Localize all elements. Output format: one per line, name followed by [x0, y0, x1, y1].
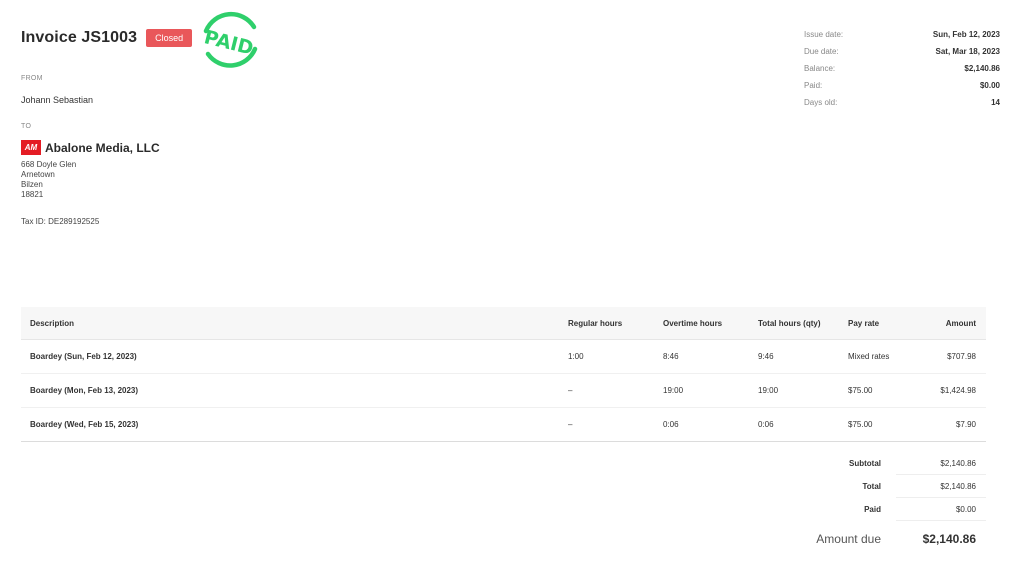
meta-key: Issue date: — [804, 30, 844, 39]
cell-regular-hours: 1:00 — [568, 352, 584, 361]
meta-value: Sun, Feb 12, 2023 — [932, 30, 1000, 39]
cell-pay-rate: Mixed rates — [848, 352, 890, 361]
cell-total-hours: 0:06 — [758, 420, 774, 429]
table-row: Boardey (Wed, Feb 15, 2023) – 0:06 0:06 … — [21, 408, 986, 442]
meta-row-days-old: Days old: 14 — [804, 96, 1000, 113]
cell-total-hours: 19:00 — [758, 386, 779, 395]
meta-key: Paid: — [804, 81, 823, 90]
total-value: $2,140.86 — [896, 475, 986, 498]
cell-total-hours: 9:46 — [758, 352, 774, 361]
cell-regular-hours: – — [568, 386, 573, 395]
meta-value: 14 — [991, 98, 1000, 107]
paid-label: Paid — [864, 505, 881, 514]
meta-row-balance: Balance: $2,140.86 — [804, 62, 1000, 79]
address-line: 668 Doyle Glen — [21, 160, 77, 169]
cell-pay-rate: $75.00 — [848, 420, 873, 429]
table-header: Description Regular hours Overtime hours… — [21, 307, 986, 340]
cell-amount: $707.98 — [947, 352, 976, 361]
paid-stamp-icon: PAID — [202, 11, 258, 68]
invoice-header: Invoice JS1003 Closed — [21, 29, 193, 47]
meta-row-issue-date: Issue date: Sun, Feb 12, 2023 — [804, 28, 1000, 45]
col-overtime-hours: Overtime hours — [663, 318, 723, 328]
cell-amount: $1,424.98 — [940, 386, 976, 395]
from-label: FROM — [21, 75, 43, 82]
totals-block: Subtotal $2,140.86 Total $2,140.86 Paid … — [805, 452, 986, 554]
total-label: Total — [862, 482, 881, 491]
col-regular-hours: Regular hours — [568, 318, 623, 328]
cell-regular-hours: – — [568, 420, 573, 429]
status-badge: Closed — [146, 29, 193, 47]
cell-pay-rate: $75.00 — [848, 386, 873, 395]
amount-due-row: Amount due $2,140.86 — [805, 524, 986, 554]
cell-amount: $7.90 — [955, 420, 976, 429]
meta-row-due-date: Due date: Sat, Mar 18, 2023 — [804, 45, 1000, 62]
address-line: 18821 — [21, 190, 44, 199]
address-line: Bilzen — [21, 180, 43, 189]
client-address: 668 Doyle Glen Arnetown Bilzen 18821 — [21, 160, 76, 200]
col-pay-rate: Pay rate — [848, 318, 880, 328]
subtotal-row: Subtotal $2,140.86 — [805, 452, 986, 475]
from-name: Johann Sebastian — [21, 95, 94, 105]
meta-key: Days old: — [804, 98, 838, 107]
line-items-table: Description Regular hours Overtime hours… — [21, 307, 986, 442]
table-row: Boardey (Mon, Feb 13, 2023) – 19:00 19:0… — [21, 374, 986, 408]
cell-description: Boardey (Wed, Feb 15, 2023) — [30, 420, 139, 429]
col-total-hours: Total hours (qty) — [758, 318, 821, 328]
amount-due-label: Amount due — [816, 532, 881, 546]
paid-row: Paid $0.00 — [805, 498, 986, 521]
invoice-title: Invoice JS1003 — [21, 29, 138, 46]
subtotal-value: $2,140.86 — [896, 452, 986, 475]
client-logo: AM — [21, 140, 41, 155]
cell-description: Boardey (Sun, Feb 12, 2023) — [30, 352, 137, 361]
address-line: Arnetown — [21, 170, 55, 179]
client-name: Abalone Media, LLC — [45, 140, 160, 155]
total-row: Total $2,140.86 — [805, 475, 986, 498]
meta-value: $2,140.86 — [964, 64, 1000, 73]
to-label: TO — [21, 123, 32, 130]
tax-id: Tax ID: DE289192525 — [21, 217, 100, 226]
paid-value: $0.00 — [896, 498, 986, 521]
subtotal-label: Subtotal — [849, 459, 881, 468]
meta-key: Balance: — [804, 64, 836, 73]
col-description: Description — [30, 318, 75, 328]
invoice-meta: Issue date: Sun, Feb 12, 2023 Due date: … — [804, 28, 1000, 113]
cell-overtime-hours: 8:46 — [663, 352, 679, 361]
meta-value: Sat, Mar 18, 2023 — [935, 47, 1000, 56]
client-block: AM Abalone Media, LLC — [21, 140, 160, 155]
meta-row-paid: Paid: $0.00 — [804, 79, 1000, 96]
table-row: Boardey (Sun, Feb 12, 2023) 1:00 8:46 9:… — [21, 340, 986, 374]
cell-overtime-hours: 0:06 — [663, 420, 679, 429]
col-amount: Amount — [945, 318, 976, 328]
cell-overtime-hours: 19:00 — [663, 386, 684, 395]
meta-value: $0.00 — [979, 81, 1000, 90]
cell-description: Boardey (Mon, Feb 13, 2023) — [30, 386, 139, 395]
meta-key: Due date: — [804, 47, 839, 56]
amount-due-value: $2,140.86 — [922, 532, 976, 546]
